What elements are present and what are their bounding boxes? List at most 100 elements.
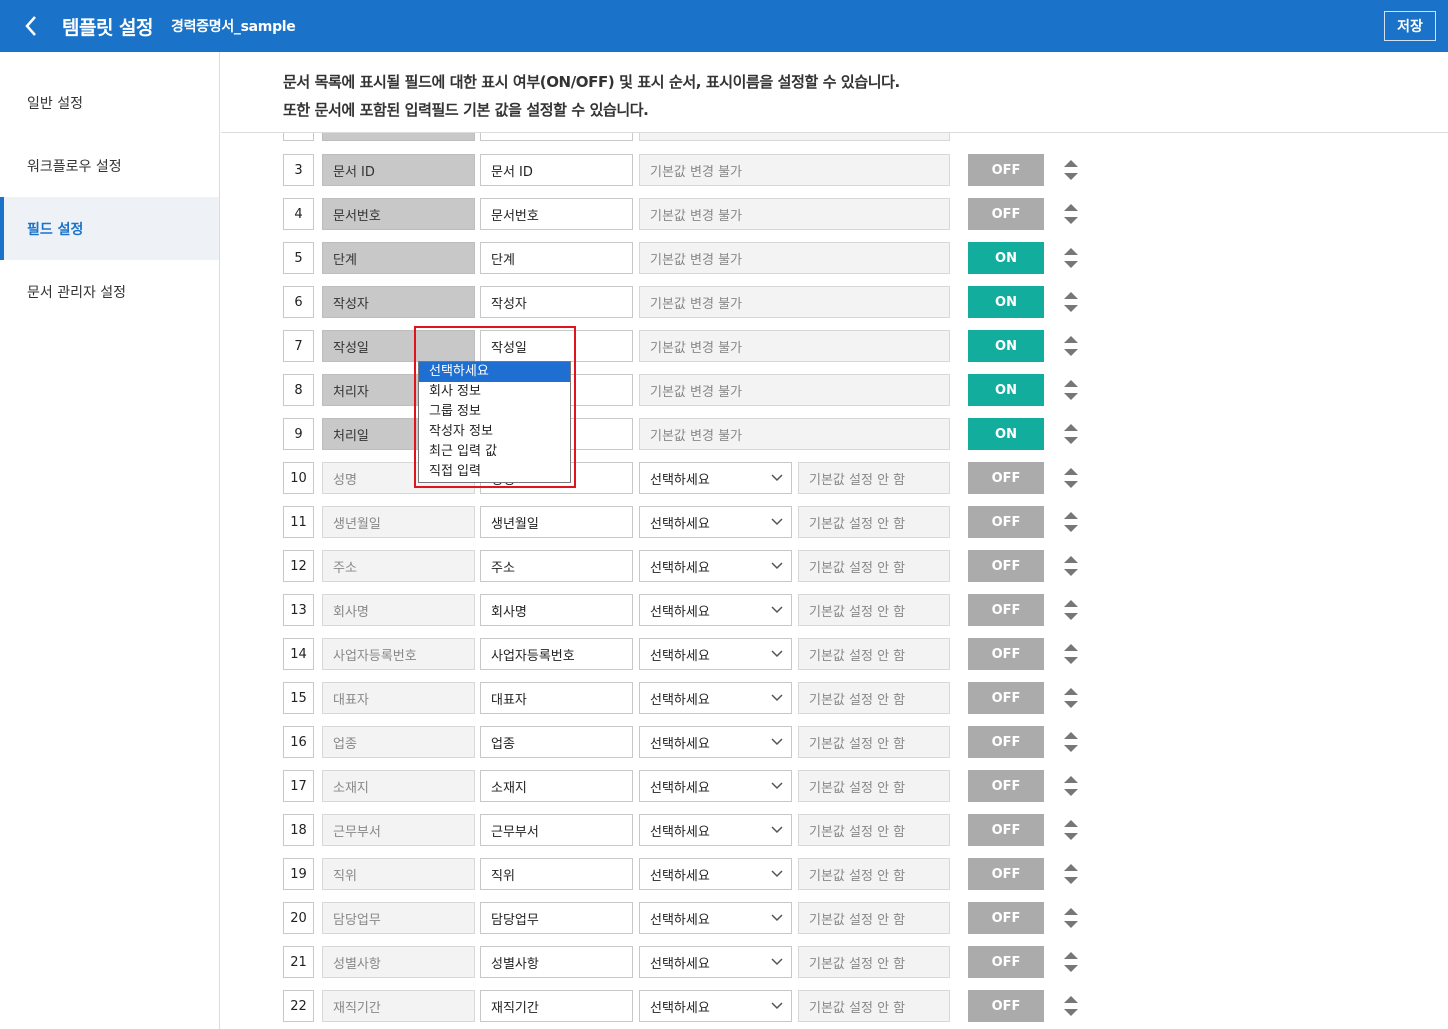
default-value-field[interactable]: 기본값 설정 안 함 xyxy=(798,638,950,670)
sidebar-item-general[interactable]: 일반 설정 xyxy=(0,71,219,134)
display-toggle[interactable]: OFF xyxy=(968,638,1044,670)
default-value-field[interactable]: 기본값 설정 안 함 xyxy=(798,946,950,978)
display-toggle[interactable]: OFF xyxy=(968,770,1044,802)
sidebar-item-fields[interactable]: 필드 설정 xyxy=(0,197,219,260)
dropdown-option[interactable]: 회사 정보 xyxy=(419,382,570,402)
default-source-select[interactable]: 선택하세요 xyxy=(639,638,792,670)
field-display-name[interactable]: 사업자등록번호 xyxy=(480,638,633,670)
default-source-select[interactable]: 선택하세요 xyxy=(639,946,792,978)
default-value-field[interactable]: 기본값 설정 안 함 xyxy=(798,550,950,582)
arrows-icon[interactable] xyxy=(1063,423,1079,445)
arrows-icon[interactable] xyxy=(1063,247,1079,269)
display-toggle[interactable]: ON xyxy=(968,374,1044,406)
display-toggle[interactable]: ON xyxy=(968,418,1044,450)
field-display-name[interactable]: 직위 xyxy=(480,858,633,890)
default-source-select[interactable]: 선택하세요 xyxy=(639,770,792,802)
default-value-field[interactable]: 기본값 설정 안 함 xyxy=(798,814,950,846)
default-source-select[interactable]: 선택하세요 xyxy=(639,594,792,626)
dropdown-option[interactable]: 선택하세요 xyxy=(419,362,570,382)
arrows-icon[interactable] xyxy=(1063,687,1079,709)
field-display-name[interactable]: 담당업무 xyxy=(480,902,633,934)
field-display-name[interactable]: 생년월일 xyxy=(480,506,633,538)
arrows-icon[interactable] xyxy=(1063,511,1079,533)
display-toggle[interactable]: OFF xyxy=(968,682,1044,714)
display-toggle[interactable]: OFF xyxy=(968,990,1044,1022)
display-toggle[interactable]: OFF xyxy=(968,550,1044,582)
default-source-select[interactable]: 선택하세요 xyxy=(639,726,792,758)
display-toggle[interactable]: OFF xyxy=(968,154,1044,186)
field-display-name[interactable]: 회사명 xyxy=(480,594,633,626)
default-source-select[interactable]: 선택하세요 xyxy=(639,858,792,890)
display-toggle[interactable]: OFF xyxy=(968,902,1044,934)
default-value-field[interactable]: 기본값 설정 안 함 xyxy=(798,990,950,1022)
display-toggle[interactable]: OFF xyxy=(968,814,1044,846)
display-toggle[interactable]: OFF xyxy=(968,726,1044,758)
display-toggle[interactable]: OFF xyxy=(968,946,1044,978)
field-display-name[interactable]: 작성자 xyxy=(480,286,633,318)
default-source-select[interactable]: 선택하세요 xyxy=(639,506,792,538)
arrows-icon[interactable] xyxy=(1063,863,1079,885)
display-toggle[interactable]: ON xyxy=(968,330,1044,362)
arrows-icon[interactable] xyxy=(1063,907,1079,929)
arrows-icon[interactable] xyxy=(1063,951,1079,973)
field-display-name[interactable]: 재직기간 xyxy=(480,990,633,1022)
default-value-field[interactable]: 기본값 설정 안 함 xyxy=(798,682,950,714)
default-source-select[interactable]: 선택하세요 xyxy=(639,990,792,1022)
default-source-select[interactable]: 선택하세요 xyxy=(639,902,792,934)
dropdown-option[interactable]: 그룹 정보 xyxy=(419,402,570,422)
dropdown-option[interactable]: 작성자 정보 xyxy=(419,422,570,442)
arrows-icon[interactable] xyxy=(1063,599,1079,621)
default-value-field[interactable]: 기본값 설정 안 함 xyxy=(798,726,950,758)
arrows-icon[interactable] xyxy=(1063,643,1079,665)
arrows-icon[interactable] xyxy=(1063,291,1079,313)
display-toggle[interactable]: OFF xyxy=(968,198,1044,230)
default-source-select[interactable]: 선택하세요 xyxy=(639,682,792,714)
default-value-field[interactable]: 기본값 설정 안 함 xyxy=(798,506,950,538)
display-toggle[interactable]: ON xyxy=(968,286,1044,318)
field-row: 12 주소 주소 선택하세요 기본값 설정 안 함 OFF xyxy=(221,550,1448,582)
arrows-icon[interactable] xyxy=(1063,731,1079,753)
arrows-icon[interactable] xyxy=(1063,203,1079,225)
arrows-icon[interactable] xyxy=(1063,555,1079,577)
arrows-icon[interactable] xyxy=(1063,467,1079,489)
display-toggle[interactable]: OFF xyxy=(968,594,1044,626)
field-display-name[interactable]: 대표자 xyxy=(480,682,633,714)
display-toggle[interactable]: OFF xyxy=(968,462,1044,494)
field-display-name[interactable]: 근무부서 xyxy=(480,814,633,846)
default-value-field[interactable]: 기본값 설정 안 함 xyxy=(798,902,950,934)
arrows-icon[interactable] xyxy=(1063,379,1079,401)
field-display-name[interactable]: 성별사항 xyxy=(480,946,633,978)
field-display-name[interactable]: 업종 xyxy=(480,726,633,758)
arrows-icon[interactable] xyxy=(1063,819,1079,841)
dropdown-option[interactable]: 직접 입력 xyxy=(419,462,570,482)
field-display-name[interactable]: 문서 ID xyxy=(480,154,633,186)
field-display-name[interactable]: 주소 xyxy=(480,550,633,582)
field-display-name[interactable] xyxy=(480,133,633,141)
dropdown-options[interactable]: 선택하세요 회사 정보 그룹 정보 작성자 정보 최근 입력 값 직접 입력 xyxy=(418,361,571,483)
default-value-field[interactable]: 기본값 설정 안 함 xyxy=(798,858,950,890)
display-toggle[interactable]: OFF xyxy=(968,506,1044,538)
arrows-icon[interactable] xyxy=(1063,159,1079,181)
field-original-name xyxy=(322,133,475,141)
back-button[interactable] xyxy=(0,0,62,52)
dropdown-option[interactable]: 최근 입력 값 xyxy=(419,442,570,462)
default-source-select[interactable]: 선택하세요 xyxy=(639,550,792,582)
default-source-select[interactable]: 선택하세요 xyxy=(639,814,792,846)
field-default-fixed: 기본값 변경 불가 xyxy=(639,374,950,406)
field-display-name[interactable]: 문서번호 xyxy=(480,198,633,230)
arrows-icon[interactable] xyxy=(1063,775,1079,797)
field-display-name[interactable]: 소재지 xyxy=(480,770,633,802)
display-toggle[interactable]: OFF xyxy=(968,858,1044,890)
arrows-icon[interactable] xyxy=(1063,335,1079,357)
field-display-name[interactable]: 단계 xyxy=(480,242,633,274)
default-source-select[interactable]: 선택하세요 xyxy=(639,462,792,494)
select-value: 선택하세요 xyxy=(650,912,710,928)
default-value-field[interactable]: 기본값 설정 안 함 xyxy=(798,770,950,802)
display-toggle[interactable]: ON xyxy=(968,242,1044,274)
sidebar-item-doc-admin[interactable]: 문서 관리자 설정 xyxy=(0,260,219,323)
sidebar-item-workflow[interactable]: 워크플로우 설정 xyxy=(0,134,219,197)
save-button[interactable]: 저장 xyxy=(1384,11,1436,41)
default-value-field[interactable]: 기본값 설정 안 함 xyxy=(798,594,950,626)
arrows-icon[interactable] xyxy=(1063,995,1079,1017)
default-value-field[interactable]: 기본값 설정 안 함 xyxy=(798,462,950,494)
